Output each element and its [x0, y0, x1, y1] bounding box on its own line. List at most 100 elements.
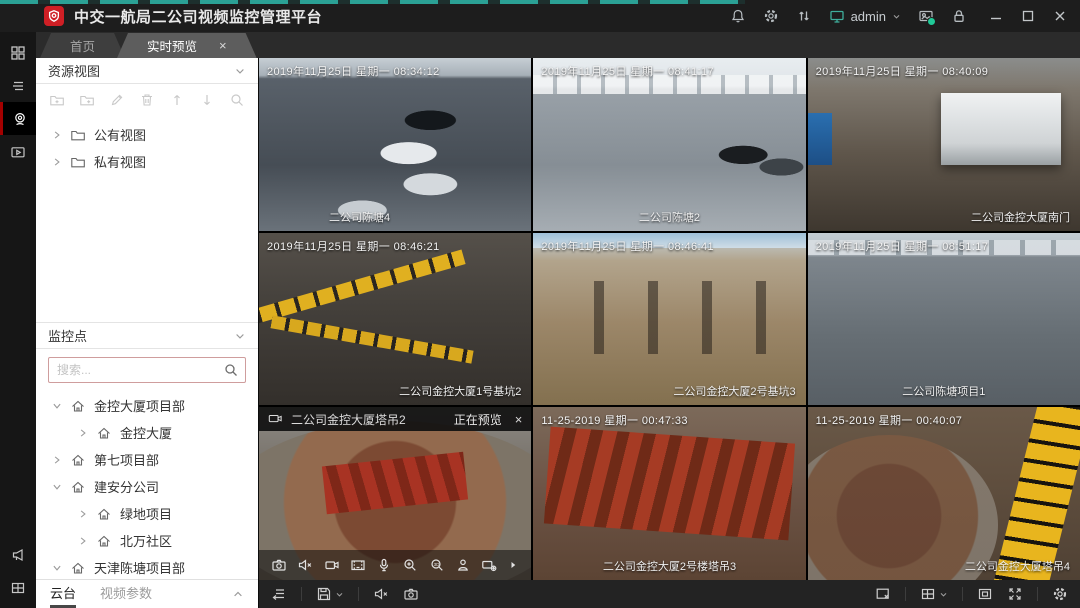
- save-layout-button[interactable]: [316, 586, 344, 602]
- collapse-chevron-icon[interactable]: [234, 330, 246, 342]
- move-down-icon[interactable]: [199, 92, 215, 108]
- video-cell-4[interactable]: 2019年11月25日 星期一 08:46:21 二公司金控大厦1号基坑2: [259, 233, 531, 406]
- collapse-chevron-icon[interactable]: [234, 65, 246, 77]
- settings-gear-icon[interactable]: [1052, 586, 1068, 602]
- divider: [301, 587, 302, 601]
- tree-item-site[interactable]: 北万社区: [36, 527, 258, 554]
- chevron-right-icon: [78, 428, 88, 438]
- snapshot-all-icon[interactable]: [403, 586, 419, 602]
- monitor-tree: 金控大厦项目部 金控大厦 第七项目部: [36, 387, 258, 579]
- tree-item-site[interactable]: 建安分公司: [36, 473, 258, 500]
- scene-decor: [550, 281, 790, 354]
- camera-name-overlay: 二公司陈塘2: [639, 209, 700, 225]
- search-icon[interactable]: [223, 362, 239, 378]
- move-up-icon[interactable]: [169, 92, 185, 108]
- rail-camera-icon[interactable]: [0, 102, 36, 135]
- search-input[interactable]: [48, 357, 246, 383]
- edit-icon[interactable]: [109, 92, 125, 108]
- ptz-setup-icon[interactable]: [481, 557, 497, 573]
- wall-layout-icon[interactable]: [0, 571, 36, 604]
- resource-panel-header[interactable]: 资源视图: [36, 58, 258, 84]
- tab-live-preview[interactable]: 实时预览 ×: [117, 33, 257, 58]
- tab-close-icon[interactable]: ×: [219, 39, 227, 52]
- layout-grid-button[interactable]: [920, 586, 948, 602]
- preset-icon[interactable]: [455, 557, 471, 573]
- tree-item-site[interactable]: 金控大厦: [36, 419, 258, 446]
- lock-icon[interactable]: [951, 8, 967, 24]
- single-view-icon[interactable]: [977, 586, 993, 602]
- tree-item-site[interactable]: 金控大厦项目部: [36, 392, 258, 419]
- snapshot-status-icon[interactable]: [918, 8, 934, 24]
- add-group-icon[interactable]: [79, 92, 95, 108]
- video-cell-1[interactable]: 2019年11月25日 星期一 08:34:12 二公司陈塘4: [259, 58, 531, 231]
- add-view-icon[interactable]: [49, 92, 65, 108]
- playback-icon[interactable]: [350, 557, 366, 573]
- close-stream-icon[interactable]: ×: [515, 413, 523, 426]
- record-icon[interactable]: [324, 557, 340, 573]
- camera-name-overlay: 二公司金控大厦塔吊4: [965, 558, 1070, 574]
- tree-item-label: 公有视图: [94, 125, 146, 144]
- tab-video-params[interactable]: 视频参数: [100, 580, 152, 608]
- video-cell-3[interactable]: 2019年11月25日 星期一 08:40:09 二公司金控大厦南门: [808, 58, 1080, 231]
- resource-tree: 公有视图 私有视图: [36, 116, 258, 175]
- mute-all-icon[interactable]: [373, 586, 389, 602]
- video-cell-2[interactable]: 2019年11月25日 星期一 08:41:17 二公司陈塘2: [533, 58, 805, 231]
- monitor-panel-header[interactable]: 监控点: [36, 323, 258, 349]
- video-cell-7-selected[interactable]: 二公司金控大厦塔吊2 正在预览 × 3D: [259, 407, 531, 580]
- resource-view-panel: 资源视图: [36, 58, 258, 322]
- camera-name-overlay: 二公司金控大厦南门: [971, 209, 1070, 225]
- snapshot-icon[interactable]: [271, 557, 287, 573]
- monitor-icon: [268, 412, 282, 426]
- video-cell-8[interactable]: 11-25-2019 星期一 00:47:33 二公司金控大厦2号楼塔吊3: [533, 407, 805, 580]
- app-window: 中交一航局二公司视频监控管理平台 admin: [0, 0, 1080, 608]
- video-feed: [259, 58, 531, 231]
- video-grid: 2019年11月25日 星期一 08:34:12 二公司陈塘4 2019年11月…: [259, 58, 1080, 580]
- bell-icon[interactable]: [730, 8, 746, 24]
- user-name: admin: [851, 9, 886, 24]
- zoom-3d-icon[interactable]: 3D: [429, 557, 445, 573]
- chevron-right-icon: [78, 536, 88, 546]
- divider: [962, 587, 963, 601]
- stream-list-icon[interactable]: [271, 586, 287, 602]
- home-icon: [70, 560, 86, 576]
- tab-bar: 首页 实时预览 ×: [36, 32, 1080, 58]
- mute-icon[interactable]: [297, 557, 313, 573]
- more-arrow-icon[interactable]: [507, 559, 519, 571]
- tab-ptz[interactable]: 云台: [50, 580, 76, 608]
- video-clip-icon[interactable]: [0, 135, 36, 168]
- close-button[interactable]: [1052, 8, 1068, 24]
- announce-icon[interactable]: [0, 538, 36, 571]
- search-box: [48, 357, 246, 383]
- menu-list-icon[interactable]: [0, 69, 36, 102]
- video-feed: [259, 233, 531, 406]
- talk-mic-icon[interactable]: [376, 557, 392, 573]
- close-all-views-icon[interactable]: [875, 586, 891, 602]
- zoom-in-icon[interactable]: [402, 557, 418, 573]
- tab-home[interactable]: 首页: [40, 33, 125, 58]
- data-exchange-icon[interactable]: [796, 8, 812, 24]
- search-icon[interactable]: [229, 92, 245, 108]
- tree-item-label: 北万社区: [120, 531, 172, 550]
- fullscreen-icon[interactable]: [1007, 586, 1023, 602]
- app-title: 中交一航局二公司视频监控管理平台: [74, 6, 322, 27]
- tab-live-preview-label: 实时预览: [147, 36, 197, 55]
- video-feed: [533, 233, 805, 406]
- selected-cell-header: 二公司金控大厦塔吊2 正在预览 ×: [259, 407, 531, 431]
- apps-grid-icon[interactable]: [0, 36, 36, 69]
- user-menu[interactable]: admin: [829, 8, 901, 24]
- tree-item-site[interactable]: 天津陈塘项目部: [36, 554, 258, 579]
- tree-item-public-views[interactable]: 公有视图: [36, 121, 258, 148]
- tree-item-label: 第七项目部: [94, 450, 159, 469]
- maximize-button[interactable]: [1020, 8, 1036, 24]
- tree-item-site[interactable]: 绿地项目: [36, 500, 258, 527]
- video-cell-5[interactable]: 2019年11月25日 星期一 08:46:41 二公司金控大厦2号基坑3: [533, 233, 805, 406]
- tree-item-site[interactable]: 第七项目部: [36, 446, 258, 473]
- video-cell-6[interactable]: 2019年11月25日 星期一 08:51:17 二公司陈塘项目1: [808, 233, 1080, 406]
- video-cell-9[interactable]: 11-25-2019 星期一 00:40:07 二公司金控大厦塔吊4: [808, 407, 1080, 580]
- chevron-up-icon[interactable]: [232, 580, 244, 608]
- gear-icon[interactable]: [763, 8, 779, 24]
- tree-item-private-views[interactable]: 私有视图: [36, 148, 258, 175]
- delete-icon[interactable]: [139, 92, 155, 108]
- online-status-dot: [927, 17, 936, 26]
- minimize-button[interactable]: [988, 8, 1004, 24]
